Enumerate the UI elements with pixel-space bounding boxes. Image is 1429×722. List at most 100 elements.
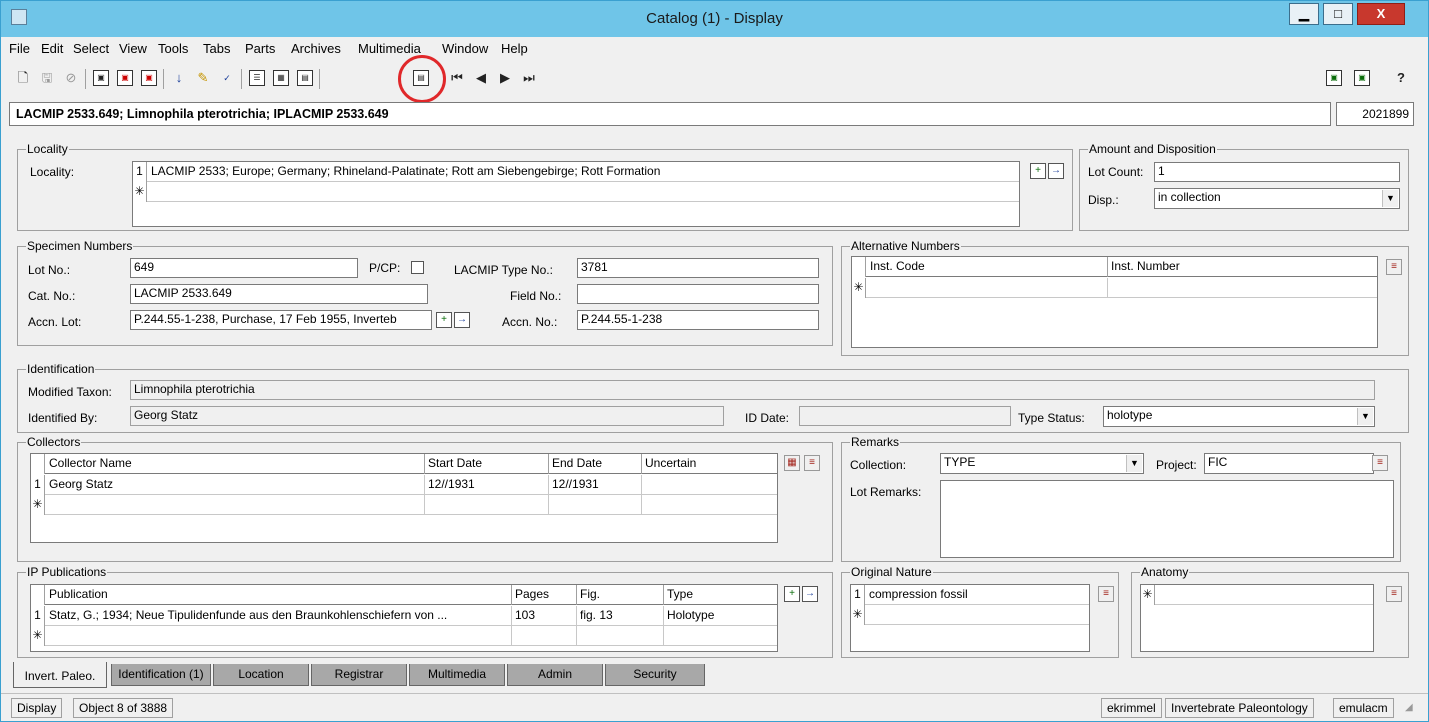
previous-record-icon[interactable]: ◀ [473,70,489,86]
tab-registrar[interactable]: Registrar [311,664,407,686]
type-status-select[interactable]: holotype ▼ [1103,406,1375,427]
col-pages[interactable]: Pages [511,585,576,605]
menu-window[interactable]: Window [442,41,488,56]
chevron-down-icon[interactable]: ▼ [1357,408,1373,425]
collector-row[interactable]: 1 Georg Statz 12//1931 12//1931 [31,475,777,495]
attach-icon[interactable]: ▣ [141,70,157,86]
tab-security[interactable]: Security [605,664,705,686]
go-accession-icon[interactable]: → [454,312,470,328]
locality-value[interactable]: LACMIP 2533; Europe; Germany; Rhineland-… [148,162,1018,182]
nature-new-row[interactable]: ✳ [851,605,1089,625]
new-icon[interactable]: 🗋 [15,70,31,86]
lot-no-input[interactable]: 649 [130,258,358,278]
inst-number-cell[interactable] [1107,278,1377,298]
menu-archives[interactable]: Archives [291,41,341,56]
type-no-input[interactable]: 3781 [577,258,819,278]
close-button[interactable]: X [1357,3,1405,25]
add-accession-icon[interactable]: + [436,312,452,328]
menu-tools[interactable]: Tools [158,41,188,56]
fig-cell[interactable] [576,626,663,646]
col-inst-number[interactable]: Inst. Number [1107,257,1377,277]
menu-parts[interactable]: Parts [245,41,275,56]
list-view-icon[interactable]: ▦ [273,70,289,86]
page-view-icon[interactable]: ▤ [297,70,313,86]
tab-location[interactable]: Location [213,664,309,686]
pages-cell[interactable] [511,626,576,646]
list-menu-icon[interactable]: ≡ [1372,455,1388,471]
anatomy-new-row[interactable]: ✳ [1141,585,1373,605]
list-menu-icon[interactable]: ≡ [1386,259,1402,275]
project-input[interactable]: FIC [1204,453,1374,474]
tab-admin[interactable]: Admin [507,664,603,686]
col-start-date[interactable]: Start Date [424,454,548,474]
import-icon[interactable]: ▣ [1326,70,1342,86]
col-uncertain[interactable]: Uncertain [641,454,777,474]
nature-row[interactable]: 1 compression fossil [851,585,1089,605]
save-icon[interactable]: 🖫 [39,70,55,86]
chevron-down-icon[interactable]: ▼ [1382,190,1398,207]
col-collector-name[interactable]: Collector Name [46,454,424,474]
col-type[interactable]: Type [663,585,777,605]
cancel-icon[interactable]: ⊘ [63,70,79,86]
collector-name-cell[interactable]: Georg Statz [46,475,424,495]
publications-new-row[interactable]: ✳ [31,626,777,646]
collection-select[interactable]: TYPE ▼ [940,453,1144,474]
tab-invert-paleo[interactable]: Invert. Paleo. [13,662,107,688]
go-locality-icon[interactable]: → [1048,163,1064,179]
type-cell[interactable]: Holotype [663,606,777,626]
grid-view-icon[interactable]: ▦ [784,455,800,471]
nature-value[interactable]: compression fossil [866,585,1088,605]
list-menu-icon[interactable]: ≡ [1386,586,1402,602]
col-fig[interactable]: Fig. [576,585,663,605]
export-icon[interactable]: ▣ [1354,70,1370,86]
type-cell[interactable] [663,626,777,646]
go-publication-icon[interactable]: → [802,586,818,602]
end-date-cell[interactable]: 12//1931 [548,475,641,495]
locality-row[interactable]: 1 LACMIP 2533; Europe; Germany; Rhinelan… [133,162,1019,182]
disposition-select[interactable]: in collection ▼ [1154,188,1400,209]
end-date-cell[interactable] [548,495,641,515]
pages-cell[interactable]: 103 [511,606,576,626]
report-icon[interactable]: ▣ [93,70,109,86]
menu-view[interactable]: View [119,41,147,56]
tab-multimedia[interactable]: Multimedia [409,664,505,686]
last-record-icon[interactable]: ⏭ [521,70,537,86]
field-no-input[interactable] [577,284,819,304]
menu-select[interactable]: Select [73,41,109,56]
edit-icon[interactable]: ✎ [195,70,211,86]
minimize-button[interactable]: ▁ [1289,3,1319,25]
menu-multimedia[interactable]: Multimedia [358,41,421,56]
maximize-button[interactable]: □ [1323,3,1353,25]
fig-cell[interactable]: fig. 13 [576,606,663,626]
menu-file[interactable]: File [9,41,30,56]
start-date-cell[interactable]: 12//1931 [424,475,548,495]
add-publication-icon[interactable]: + [784,586,800,602]
clone-icon[interactable]: ▣ [117,70,133,86]
col-end-date[interactable]: End Date [548,454,641,474]
publication-cell[interactable]: Statz, G.; 1934; Neue Tipulidenfunde aus… [46,606,511,626]
menu-tabs[interactable]: Tabs [203,41,230,56]
pcp-checkbox[interactable] [411,261,424,274]
collectors-new-row[interactable]: ✳ [31,495,777,515]
uncertain-cell[interactable] [641,495,777,515]
col-publication[interactable]: Publication [46,585,511,605]
details-view-icon[interactable]: ☰ [249,70,265,86]
resize-grip-icon[interactable]: ◢ [1405,702,1419,716]
accn-lot-input[interactable]: P.244.55-1-238, Purchase, 17 Feb 1955, I… [130,310,432,330]
next-record-icon[interactable]: ▶ [497,70,513,86]
accn-no-input[interactable]: P.244.55-1-238 [577,310,819,330]
uncertain-cell[interactable] [641,475,777,495]
col-inst-code[interactable]: Inst. Code [867,257,1107,277]
add-locality-icon[interactable]: + [1030,163,1046,179]
list-menu-icon[interactable]: ≡ [804,455,820,471]
alt-numbers-new-row[interactable]: ✳ [852,278,1377,298]
list-menu-icon[interactable]: ≡ [1098,586,1114,602]
lot-count-input[interactable]: 1 [1154,162,1400,182]
start-date-cell[interactable] [424,495,548,515]
first-record-icon[interactable]: ⏮ [449,70,465,86]
publication-row[interactable]: 1 Statz, G.; 1934; Neue Tipulidenfunde a… [31,606,777,626]
menu-edit[interactable]: Edit [41,41,63,56]
chevron-down-icon[interactable]: ▼ [1126,455,1142,472]
menu-help[interactable]: Help [501,41,528,56]
spellcheck-icon[interactable]: ✓ [219,70,235,86]
